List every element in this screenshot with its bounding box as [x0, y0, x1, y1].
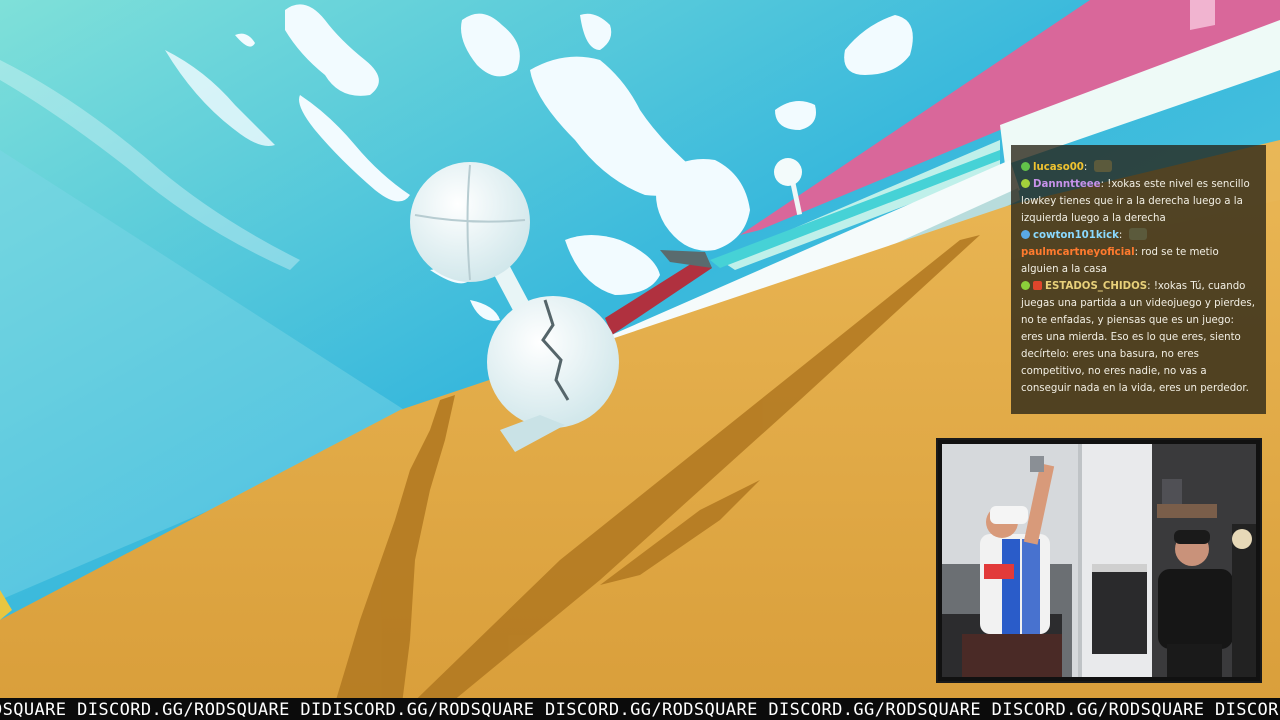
emote-icon — [1128, 228, 1147, 240]
lower-ball — [487, 296, 619, 428]
desk — [1092, 564, 1147, 654]
webcam-image — [942, 444, 1256, 677]
chat-username[interactable]: lucaso00 — [1033, 162, 1084, 173]
chat-username[interactable]: ESTADOS_CHIDOS — [1045, 281, 1147, 292]
chat-message: ESTADOS_CHIDOS: !xokas Tú, cuando juegas… — [1021, 281, 1255, 394]
ticker-text: DSQUARE DISCORD.GG/RODSQUARE DIDISCORD.G… — [0, 700, 1280, 720]
badge-icon — [1021, 230, 1030, 239]
emote-icon — [1093, 160, 1112, 172]
chat-message: cowton101kick: — [1021, 227, 1256, 244]
badge-icon — [1021, 179, 1030, 188]
vr-headset — [990, 506, 1028, 524]
chat-message: paulmcartneyoficial: rod se te metio alg… — [1021, 247, 1219, 275]
webcam-feed — [942, 444, 1256, 677]
badge-icon — [1033, 281, 1042, 290]
lamp-head — [774, 158, 802, 186]
person-right-shirt — [1158, 569, 1233, 649]
controller — [1030, 456, 1044, 472]
chat-panel: lucaso00: Dannntteee: !xokas este nivel … — [1011, 145, 1266, 414]
door-frame — [1078, 444, 1082, 677]
chat-message: lucaso00: — [1021, 159, 1256, 176]
webcam-frame — [936, 438, 1262, 683]
chat-text: !xokas Tú, cuando juegas una partida a u… — [1021, 281, 1255, 394]
chat-username[interactable]: paulmcartneyoficial — [1021, 247, 1135, 258]
badge-icon — [1021, 281, 1030, 290]
badge-icon — [1021, 162, 1030, 171]
chat-username[interactable]: cowton101kick — [1033, 230, 1119, 241]
chat-message: Dannntteee: !xokas este nivel es sencill… — [1021, 179, 1250, 224]
discord-ticker: DSQUARE DISCORD.GG/RODSQUARE DIDISCORD.G… — [0, 698, 1280, 720]
pink-wall-edge — [1190, 0, 1215, 30]
chat-username[interactable]: Dannntteee — [1033, 179, 1101, 190]
